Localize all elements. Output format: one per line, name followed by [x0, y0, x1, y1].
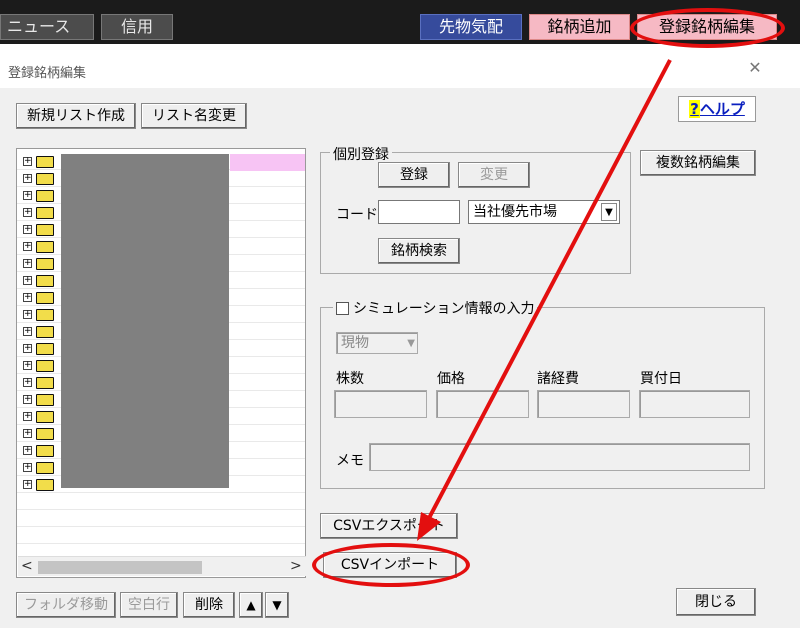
annotation-arrow-line	[426, 59, 672, 521]
annotation-arrow-head	[417, 512, 441, 541]
annotation-arrow	[417, 59, 672, 541]
